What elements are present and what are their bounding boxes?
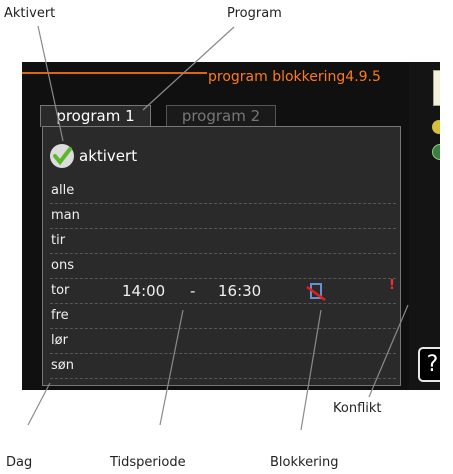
leader-lines <box>27 25 409 431</box>
